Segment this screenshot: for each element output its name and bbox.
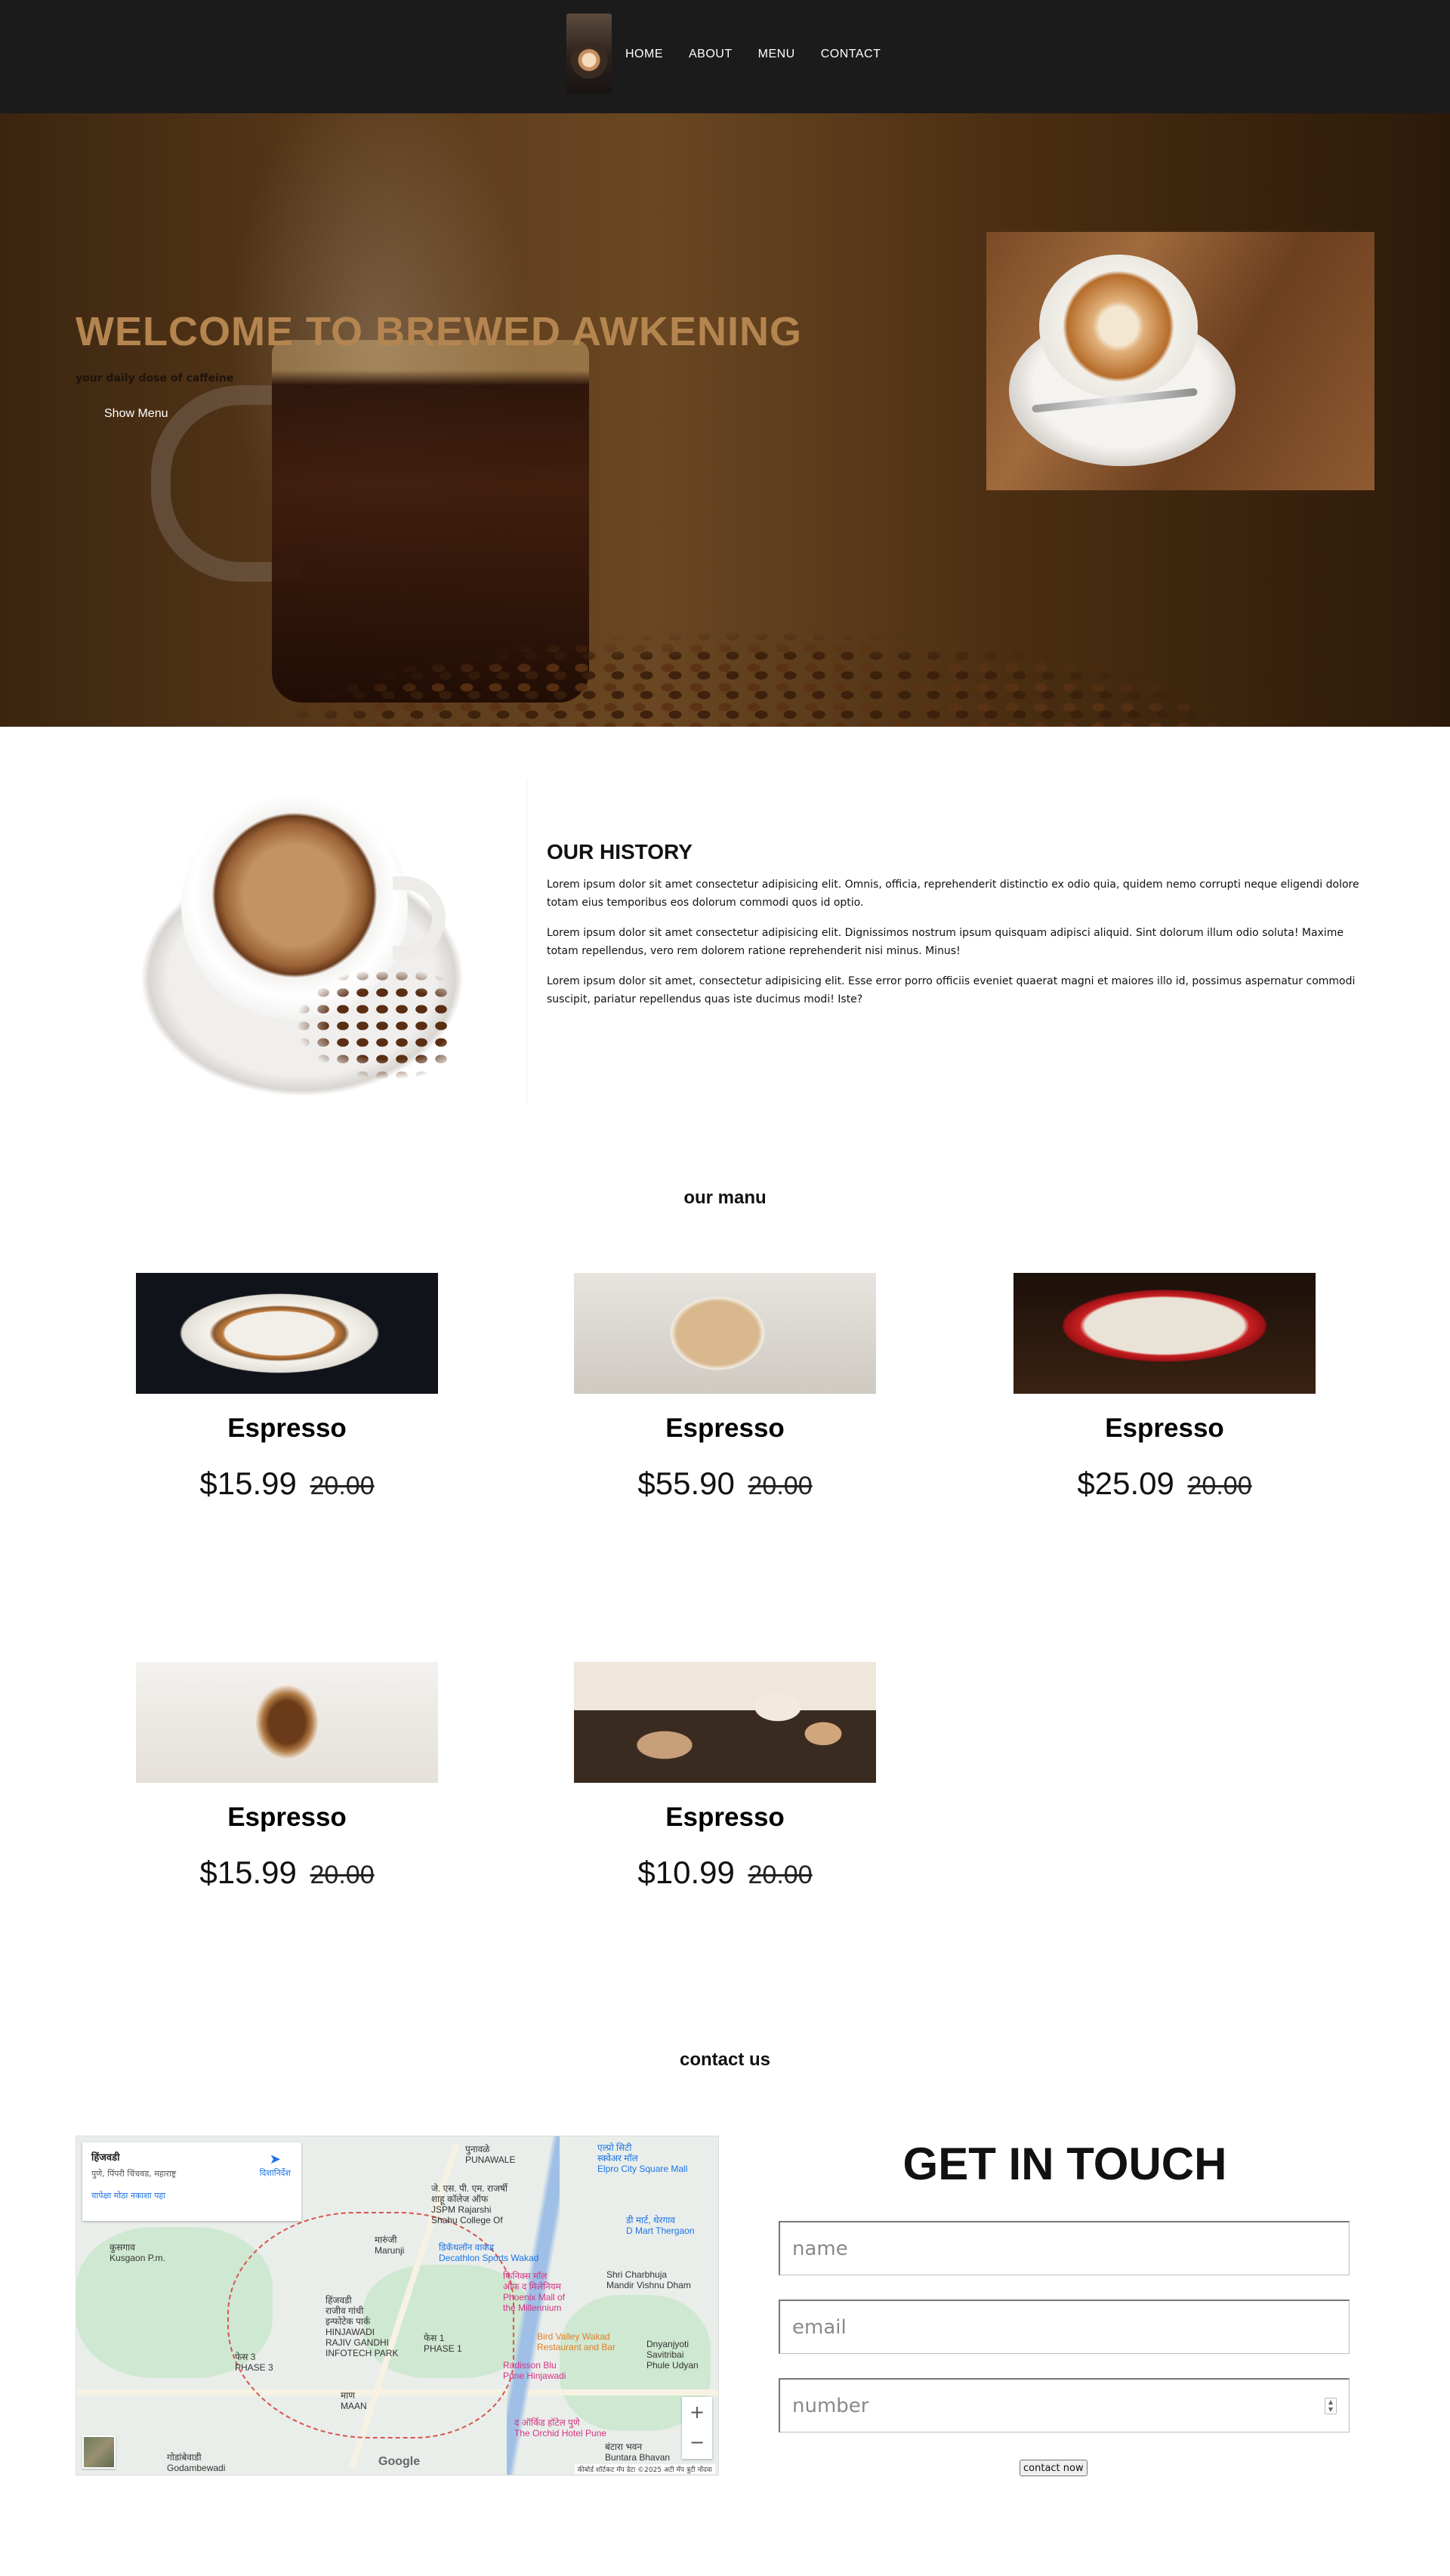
nav-link-about[interactable]: ABOUT xyxy=(689,48,733,61)
show-menu-button[interactable]: Show Menu xyxy=(104,407,168,421)
history-beans xyxy=(295,967,453,1080)
menu-item-image xyxy=(574,1273,876,1394)
history-title: OUR HISTORY xyxy=(547,840,693,863)
map-label: Shri Charbhuja Mandir Vishnu Dham xyxy=(606,2269,691,2290)
map-label: कुसगाव Kusgaon P.m. xyxy=(110,2242,165,2263)
zoom-in-button[interactable]: + xyxy=(682,2397,712,2427)
map-label: फेस 1 PHASE 1 xyxy=(424,2333,462,2354)
map-label: मारुंजी Marunji xyxy=(375,2235,405,2256)
menu-item-name: Espresso xyxy=(1105,1413,1224,1443)
map-label: हिंजवडी राजीव गांधी इन्फोटेक पार्क HINJA… xyxy=(325,2295,399,2358)
history-paragraph-1: Lorem ipsum dolor sit amet consectetur a… xyxy=(547,879,1359,909)
menu-heading: our manu xyxy=(683,1188,767,1208)
contact-heading: contact us xyxy=(679,2049,771,2070)
embedded-map[interactable]: मारुंजी Marunji हिंजवडी राजीव गांधी इन्फ… xyxy=(76,2136,719,2476)
view-larger-map-link[interactable]: यापेक्षा मोठा नकाशा पहा xyxy=(91,2190,292,2201)
map-label: Radisson Blu Pune Hinjawadi xyxy=(503,2360,566,2381)
hero-section: WELCOME TO BREWED AWKENING your daily do… xyxy=(0,113,1450,727)
hero-subtitle: your daily dose of caffeine xyxy=(76,372,234,385)
menu-item-name: Espresso xyxy=(227,1413,347,1443)
email-field[interactable] xyxy=(779,2300,1350,2354)
map-label: माण MAAN xyxy=(341,2390,367,2411)
hero-coffee-beans xyxy=(0,582,1450,727)
history-paragraph-2: Lorem ipsum dolor sit amet consectetur a… xyxy=(547,927,1344,957)
map-label: डी मार्ट, थेरगाव D Mart Thergaon xyxy=(626,2215,695,2236)
menu-item-price: $10.99 20.00 xyxy=(574,1855,876,1891)
menu-item-old-price: 20.00 xyxy=(310,1861,375,1889)
menu-item-price: $25.09 20.00 xyxy=(1013,1466,1316,1502)
map-label: जे. एस. पी. एम. राजर्षी शाहू कॉलेज ऑफ JS… xyxy=(431,2183,508,2225)
history-paragraph-3: Lorem ipsum dolor sit amet, consectetur … xyxy=(547,975,1356,1005)
map-attribution[interactable]: कीबोर्ड शॉर्टकट मॅप डेटा ©2025 अटी मॅप त… xyxy=(574,2464,715,2474)
map-label: Bird Valley Wakad Restaurant and Bar xyxy=(537,2331,616,2352)
nav-link-home[interactable]: HOME xyxy=(625,48,663,61)
map-info-card: हिंजवडी पुणे, पिंपरी चिंचवड, महाराष्ट्र … xyxy=(82,2142,301,2221)
menu-item-image xyxy=(136,1273,438,1394)
menu-item-old-price: 20.00 xyxy=(1187,1472,1252,1500)
menu-item-image xyxy=(1013,1273,1316,1394)
menu-item-name: Espresso xyxy=(665,1802,785,1832)
hero-latte-image xyxy=(986,232,1374,490)
menu-item-old-price: 20.00 xyxy=(748,1861,813,1889)
history-cup-handle xyxy=(393,876,446,959)
map-label: गोडांबेवाडी Godambewadi xyxy=(167,2452,226,2473)
menu-item-name: Espresso xyxy=(227,1802,347,1832)
menu-item-price: $15.99 20.00 xyxy=(136,1466,438,1502)
menu-item-current-price: $55.90 xyxy=(637,1466,735,1501)
map-label: फिनिक्स मॉल ऑफ द मिलेनियम Phoenix Mall o… xyxy=(503,2271,566,2313)
menu-item-old-price: 20.00 xyxy=(748,1472,813,1500)
history-divider xyxy=(526,778,527,1103)
map-label: एल्प्रो सिटी स्क्वेअर मॉल Elpro City Squ… xyxy=(597,2142,688,2174)
map-label: बंटारा भवन Buntara Bhavan xyxy=(605,2442,671,2463)
map-label: द ऑर्किड हॉटेल पुणे The Orchid Hotel Pun… xyxy=(514,2417,607,2439)
number-spinner-icon[interactable]: ▲ ▼ xyxy=(1325,2398,1337,2414)
latte-cup xyxy=(1039,255,1198,398)
menu-item-image xyxy=(574,1662,876,1783)
email-input[interactable] xyxy=(792,2315,1337,2339)
history-coffee-cup-image xyxy=(106,778,498,1103)
nav-link-menu[interactable]: MENU xyxy=(758,48,795,61)
logo-image[interactable] xyxy=(566,14,612,94)
nav-link-contact[interactable]: CONTACT xyxy=(821,48,881,61)
google-logo: Google xyxy=(378,2455,421,2468)
map-label: फेस 3 PHASE 3 xyxy=(235,2352,273,2373)
menu-item-current-price: $10.99 xyxy=(637,1855,735,1890)
directions-icon: ➤ xyxy=(269,2151,281,2167)
directions-button[interactable]: ➤ दिशानिर्देश xyxy=(260,2151,291,2179)
map-satellite-toggle[interactable] xyxy=(82,2435,116,2469)
menu-item-image xyxy=(136,1662,438,1783)
map-label: पुनावळे PUNAWALE xyxy=(465,2144,516,2165)
map-zoom-controls: + − xyxy=(682,2397,712,2459)
map-label: Dnyanjyoti Savitribai Phule Udyan xyxy=(646,2339,699,2371)
menu-item-old-price: 20.00 xyxy=(310,1472,375,1500)
get-in-touch-title: GET IN TOUCH xyxy=(902,2139,1227,2189)
menu-item-price: $15.99 20.00 xyxy=(136,1855,438,1891)
directions-label: दिशानिर्देश xyxy=(259,2168,291,2178)
number-input[interactable] xyxy=(792,2394,1337,2417)
hero-title: WELCOME TO BREWED AWKENING xyxy=(76,309,802,354)
menu-item-name: Espresso xyxy=(665,1413,785,1443)
menu-item-current-price: $25.09 xyxy=(1077,1466,1174,1501)
name-input[interactable] xyxy=(792,2237,1337,2260)
map-label: डिकॅथलॉन वाकड Decathlon Sports Wakad xyxy=(439,2242,539,2263)
navbar: HOME ABOUT MENU CONTACT xyxy=(0,0,1450,113)
menu-item-current-price: $15.99 xyxy=(199,1855,297,1890)
menu-item-current-price: $15.99 xyxy=(199,1466,297,1501)
number-field[interactable]: ▲▼ xyxy=(779,2378,1350,2432)
zoom-out-button[interactable]: − xyxy=(682,2427,712,2457)
menu-item-price: $55.90 20.00 xyxy=(574,1466,876,1502)
contact-now-button[interactable]: contact now xyxy=(1020,2460,1088,2476)
nav-links: HOME ABOUT MENU CONTACT xyxy=(625,48,881,61)
name-field[interactable] xyxy=(779,2221,1350,2275)
